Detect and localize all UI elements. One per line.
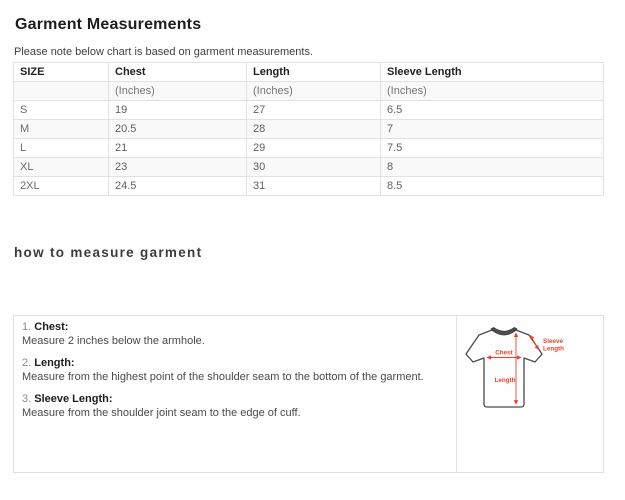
step-label: Sleeve Length: (34, 393, 112, 405)
size-cell: S (14, 101, 109, 120)
step-text: Measure 2 inches below the armhole. (22, 335, 446, 348)
units-cell-chest: (Inches) (109, 82, 247, 101)
length-cell: 30 (247, 158, 381, 177)
column-header-sleeve-length: Sleeve Length (381, 63, 604, 82)
step-number: 1. (22, 321, 31, 333)
diagram-panel: Chest Length Sleeve Length (457, 316, 603, 472)
tshirt-outline (466, 330, 542, 407)
table-row-2xl: 2XL 24.5 31 8.5 (14, 177, 604, 196)
sleeve-cell: 8 (381, 158, 604, 177)
step-length: 2. Length: Measure from the highest poin… (22, 357, 446, 384)
table-row-s: S 19 27 6.5 (14, 101, 604, 120)
step-label: Chest: (34, 321, 68, 333)
sleeve-cell: 8.5 (381, 177, 604, 196)
size-cell: XL (14, 158, 109, 177)
sleeve-cell: 7.5 (381, 139, 604, 158)
step-chest: 1. Chest: Measure 2 inches below the arm… (22, 321, 446, 348)
how-to-measure-heading: how to measure garment (14, 245, 202, 260)
sleeve-length-label-line1: Sleeve (543, 338, 563, 345)
column-header-length: Length (247, 63, 381, 82)
step-label: Length: (34, 357, 74, 369)
sleeve-length-label-line2: Length (543, 346, 564, 353)
length-cell: 28 (247, 120, 381, 139)
step-number: 3. (22, 393, 31, 405)
header-row: SIZE Chest Length Sleeve Length (14, 63, 604, 82)
units-cell-empty (14, 82, 109, 101)
measure-instructions-box: 1. Chest: Measure 2 inches below the arm… (13, 315, 604, 473)
size-cell: M (14, 120, 109, 139)
length-arrow-label: Length (495, 377, 516, 384)
column-header-chest: Chest (109, 63, 247, 82)
step-number: 2. (22, 357, 31, 369)
size-cell: L (14, 139, 109, 158)
step-text: Measure from the highest point of the sh… (22, 371, 446, 384)
table-row-xl: XL 23 30 8 (14, 158, 604, 177)
table-row-l: L 21 29 7.5 (14, 139, 604, 158)
length-cell: 31 (247, 177, 381, 196)
page-title: Garment Measurements (15, 16, 201, 34)
size-cell: 2XL (14, 177, 109, 196)
chest-cell: 19 (109, 101, 247, 120)
chest-cell: 24.5 (109, 177, 247, 196)
sleeve-cell: 7 (381, 120, 604, 139)
length-cell: 27 (247, 101, 381, 120)
chart-note-text: Please note below chart is based on garm… (14, 46, 313, 58)
chest-arrow-label: Chest (495, 350, 513, 357)
table-row-m: M 20.5 28 7 (14, 120, 604, 139)
length-cell: 29 (247, 139, 381, 158)
column-header-size: SIZE (14, 63, 109, 82)
tshirt-measurement-diagram: Chest Length Sleeve Length (459, 319, 567, 413)
chest-cell: 20.5 (109, 120, 247, 139)
instructions-panel: 1. Chest: Measure 2 inches below the arm… (14, 316, 457, 472)
size-chart-table: SIZE Chest Length Sleeve Length (Inches)… (13, 62, 604, 196)
step-sleeve-length: 3. Sleeve Length: Measure from the shoul… (22, 393, 446, 420)
chest-cell: 21 (109, 139, 247, 158)
sleeve-cell: 6.5 (381, 101, 604, 120)
units-cell-sleeve: (Inches) (381, 82, 604, 101)
chest-cell: 23 (109, 158, 247, 177)
units-row: (Inches) (Inches) (Inches) (14, 82, 604, 101)
units-cell-length: (Inches) (247, 82, 381, 101)
step-text: Measure from the shoulder joint seam to … (22, 407, 446, 420)
